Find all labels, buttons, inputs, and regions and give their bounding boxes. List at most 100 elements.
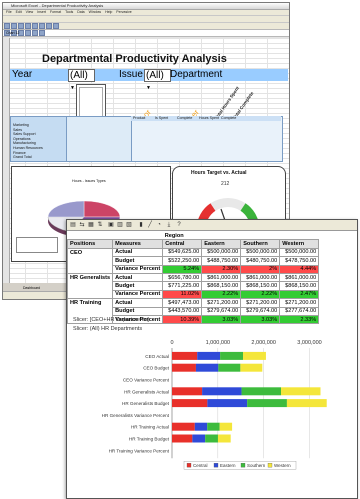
col-header-eastern[interactable]: Eastern bbox=[201, 239, 242, 249]
menu-item-pervasive[interactable]: Pervasive bbox=[116, 10, 131, 14]
measure-cell[interactable]: Actual bbox=[112, 298, 164, 308]
undo-icon[interactable] bbox=[46, 23, 52, 29]
pie-chart-icon[interactable]: ◔ bbox=[155, 221, 163, 229]
legend-swatch bbox=[213, 463, 219, 468]
bar-segment-central[interactable] bbox=[172, 387, 203, 396]
bar-segment-southern[interactable] bbox=[205, 434, 218, 443]
bar-segment-eastern[interactable] bbox=[192, 434, 206, 443]
value-cell-eastern: $271,200.00 bbox=[201, 298, 242, 308]
bar-segment-southern[interactable] bbox=[220, 351, 244, 360]
measure-cell[interactable]: Actual bbox=[112, 272, 164, 283]
align-center-icon[interactable] bbox=[32, 30, 38, 36]
value-cell-southern: $500,000.00 bbox=[240, 247, 281, 258]
position-cell[interactable] bbox=[67, 290, 114, 300]
bar-segment-central[interactable] bbox=[172, 434, 193, 443]
bar-segment-southern[interactable] bbox=[241, 387, 282, 396]
formula-bar[interactable]: Chart 12 bbox=[3, 29, 289, 37]
col-header-measures[interactable]: Measures bbox=[112, 239, 164, 249]
menu-item-data[interactable]: Data bbox=[77, 10, 84, 14]
menu-item-window[interactable]: Window bbox=[89, 10, 101, 14]
bar-segment-western[interactable] bbox=[219, 422, 233, 431]
excel-toolbar-standard[interactable] bbox=[3, 15, 289, 29]
currency-icon[interactable] bbox=[39, 30, 45, 36]
value-cell-central: 11.02% bbox=[162, 289, 203, 300]
measure-cell[interactable]: Actual bbox=[112, 247, 164, 258]
stacked-bar-chart[interactable]: 0 1,000,000 2,000,000 3,000,000 CEO Actual CE… bbox=[67, 328, 357, 498]
bar-segment-western[interactable] bbox=[281, 387, 321, 396]
bar-segment-central[interactable] bbox=[172, 422, 195, 431]
value-cell-western: 4.44% bbox=[279, 264, 320, 274]
value-cell-southern: 2% bbox=[240, 264, 281, 274]
menu-item-edit[interactable]: Edit bbox=[16, 10, 22, 14]
col-header-central[interactable]: Central bbox=[162, 239, 203, 249]
measure-cell[interactable]: Budget bbox=[112, 256, 164, 266]
name-box[interactable]: Chart 12 bbox=[6, 31, 19, 35]
bar-segment-southern[interactable] bbox=[218, 363, 241, 372]
pivot-row: CEO Actual $549,625.00 $500,000.00 $500,000.… bbox=[67, 247, 320, 258]
bar-segment-central[interactable] bbox=[172, 363, 196, 372]
bar-segment-southern[interactable] bbox=[247, 399, 287, 408]
department-label: Finance bbox=[13, 150, 26, 155]
grid-icon[interactable]: ▦ bbox=[87, 221, 95, 229]
position-cell[interactable] bbox=[67, 256, 114, 266]
sort-icon[interactable]: ⇅ bbox=[96, 221, 104, 229]
bar-segment-western[interactable] bbox=[243, 351, 266, 360]
bar-segment-eastern[interactable] bbox=[194, 422, 208, 431]
value-cell-western: 2.33% bbox=[279, 314, 320, 325]
bar-segment-western[interactable] bbox=[217, 434, 231, 443]
col-header-western[interactable]: Western bbox=[279, 239, 320, 249]
position-cell[interactable]: HR Training bbox=[67, 298, 114, 308]
issue-filter-dropdown[interactable]: (All) ▼ bbox=[144, 69, 171, 91]
bar-segment-western[interactable] bbox=[286, 399, 327, 408]
pivot-toolbar[interactable]: ▤ ⇆ ▦ ⇅ ▣ ▥ ▧ ▮ ╱ ◔ ⤓ ? bbox=[67, 220, 357, 231]
bar-segment-eastern[interactable] bbox=[195, 363, 219, 372]
menu-item-format[interactable]: Format bbox=[50, 10, 61, 14]
filter-icon[interactable]: ▤ bbox=[69, 221, 77, 229]
menu-item-help[interactable]: Help bbox=[105, 10, 112, 14]
menu-item-insert[interactable]: Insert bbox=[37, 10, 46, 14]
bar-segment-eastern[interactable] bbox=[207, 399, 248, 408]
chart-view-icon[interactable]: ▧ bbox=[125, 221, 133, 229]
measure-cell[interactable]: Budget bbox=[112, 281, 164, 291]
position-cell[interactable] bbox=[67, 281, 114, 291]
bar-segment-eastern[interactable] bbox=[202, 387, 242, 396]
sheet-tab-dashboard[interactable]: Dashboard bbox=[23, 286, 40, 290]
bar-chart-icon[interactable]: ▮ bbox=[137, 221, 145, 229]
col-header-positions[interactable]: Positions bbox=[67, 239, 114, 249]
measure-cell[interactable]: Variance Percent bbox=[112, 289, 164, 300]
bar-segment-southern[interactable] bbox=[207, 422, 220, 431]
line-chart-icon[interactable]: ╱ bbox=[146, 221, 154, 229]
bar-segment-central[interactable] bbox=[172, 399, 208, 408]
department-label: Manufacturing bbox=[13, 141, 36, 146]
year-label: Year bbox=[12, 69, 33, 80]
export-icon[interactable]: ⤓ bbox=[165, 221, 173, 229]
col-header-southern[interactable]: Southern bbox=[240, 239, 281, 249]
year-filter-dropdown[interactable]: (All) ▼ bbox=[68, 69, 95, 91]
measure-cell[interactable]: Budget bbox=[112, 306, 164, 316]
position-cell[interactable] bbox=[67, 307, 114, 316]
measure-cell[interactable]: Variance Percent bbox=[112, 264, 164, 274]
drill-icon[interactable]: ▣ bbox=[107, 221, 115, 229]
table-view-icon[interactable]: ▥ bbox=[116, 221, 124, 229]
value-cell-western: $271,200.00 bbox=[279, 298, 320, 308]
menu-item-file[interactable]: File bbox=[6, 10, 12, 14]
align-left-icon[interactable] bbox=[25, 30, 31, 36]
menu-item-view[interactable]: View bbox=[26, 10, 34, 14]
category-label: HR Generalists Actual bbox=[124, 389, 169, 394]
bar-segment-eastern[interactable] bbox=[197, 351, 221, 360]
chart-icon[interactable] bbox=[53, 23, 59, 29]
bar-segment-central[interactable] bbox=[172, 351, 198, 360]
menu-item-tools[interactable]: Tools bbox=[65, 10, 73, 14]
excel-title-bar: Microsoft Excel - Departmental Productiv… bbox=[3, 3, 289, 10]
position-cell[interactable] bbox=[67, 265, 114, 274]
help-icon[interactable]: ? bbox=[175, 221, 183, 229]
legend-label: Southern bbox=[247, 463, 266, 468]
value-cell-eastern: 2.30% bbox=[201, 264, 242, 274]
bar-segment-western[interactable] bbox=[240, 363, 263, 372]
category-label: HR Training Actual bbox=[131, 425, 169, 430]
swap-axes-icon[interactable]: ⇆ bbox=[78, 221, 86, 229]
position-cell[interactable]: HR Generalists bbox=[67, 272, 114, 282]
position-cell[interactable]: CEO bbox=[67, 247, 114, 257]
legend-label: Western bbox=[274, 463, 291, 468]
region-header[interactable]: Region bbox=[163, 232, 319, 240]
